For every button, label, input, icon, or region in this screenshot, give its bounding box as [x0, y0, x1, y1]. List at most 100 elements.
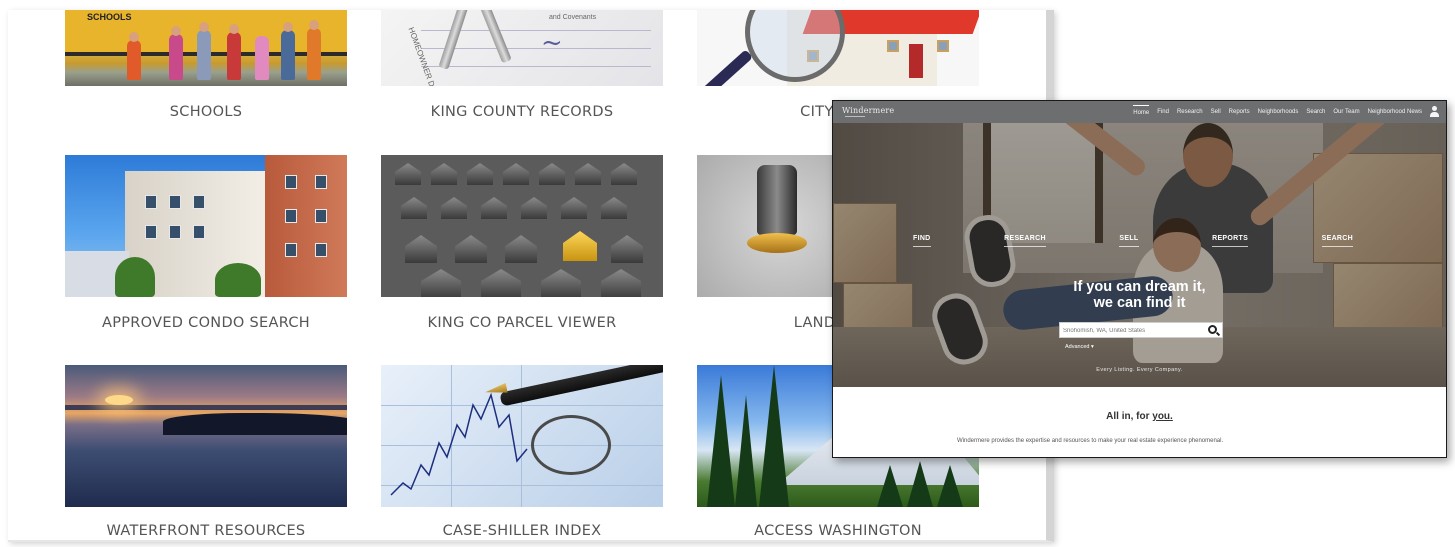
- mini-house: [601, 197, 627, 219]
- building-window: [315, 175, 327, 189]
- pine-tree: [707, 375, 735, 507]
- hero-tagline: Every Listing. Every Company.: [1096, 367, 1183, 373]
- mini-house: [611, 235, 643, 263]
- pine-tree: [759, 365, 789, 507]
- tile-approved-condo-search[interactable]: APPROVED CONDO SEARCH: [65, 155, 347, 331]
- mini-house: [421, 269, 461, 297]
- tile-king-co-parcel-viewer[interactable]: KING CO PARCEL VIEWER: [381, 155, 663, 331]
- hero-search-box: [1059, 322, 1223, 338]
- search-icon[interactable]: [1208, 325, 1217, 334]
- mini-house: [539, 163, 565, 185]
- tile-king-county-records[interactable]: ~ HOMEOWNER DECL and Covenants KING COUN…: [381, 10, 663, 120]
- tile-schools[interactable]: SCHOOLS SCHOOLS: [65, 10, 347, 120]
- key-icon: [438, 10, 470, 70]
- child-figure: [127, 40, 141, 80]
- hero-title-line2: we can find it: [1093, 295, 1186, 311]
- doc-line: [421, 48, 651, 49]
- tile-waterfront-resources[interactable]: WATERFRONT RESOURCES: [65, 365, 347, 539]
- child-head: [309, 20, 319, 30]
- nav-item-find[interactable]: Find: [1157, 109, 1169, 115]
- advanced-search-link[interactable]: Advanced ▾: [1065, 344, 1094, 350]
- condo-image: [65, 155, 347, 297]
- building-window: [315, 209, 327, 223]
- chess-piece: [757, 165, 797, 235]
- tree: [115, 257, 155, 297]
- nav-item-reports[interactable]: Reports: [1229, 109, 1250, 115]
- section-description: Windermere provides the expertise and re…: [957, 438, 1224, 444]
- mini-house: [481, 197, 507, 219]
- nav-item-research[interactable]: Research: [1177, 109, 1203, 115]
- mini-house: [455, 235, 487, 263]
- building-window: [169, 195, 181, 209]
- search-input[interactable]: [1063, 325, 1203, 336]
- tile-label: WATERFRONT RESOURCES: [106, 523, 306, 539]
- case-shiller-image: [381, 365, 663, 507]
- parcel-image: [381, 155, 663, 297]
- mini-house: [405, 235, 437, 263]
- hero-tab-sell[interactable]: SELL: [1119, 235, 1139, 247]
- magnifier-handle: [701, 49, 753, 86]
- tile-label: CASE-SHILLER INDEX: [442, 523, 602, 539]
- mini-house: [467, 163, 493, 185]
- building-window: [145, 225, 157, 239]
- mini-house: [521, 197, 547, 219]
- tile-case-shiller-index[interactable]: CASE-SHILLER INDEX: [381, 365, 663, 539]
- house-window: [887, 40, 899, 52]
- stock-line: [390, 392, 528, 496]
- schools-image: SCHOOLS: [65, 10, 347, 86]
- mini-house: [505, 235, 537, 263]
- hero-title-line1: If you can dream it,: [1073, 279, 1206, 295]
- hero-tab-research[interactable]: RESEARCH: [1004, 235, 1046, 247]
- house-window: [937, 40, 949, 52]
- far-shore: [65, 405, 347, 410]
- windermere-logo[interactable]: Windermere: [842, 106, 894, 115]
- nav-item-sell[interactable]: Sell: [1211, 109, 1221, 115]
- deed-text: HOMEOWNER DECL: [406, 26, 442, 86]
- nav-item-search[interactable]: Search: [1306, 109, 1325, 115]
- nav-item-home[interactable]: Home: [1133, 104, 1150, 116]
- house-door: [909, 44, 923, 78]
- mini-house: [561, 197, 587, 219]
- tree: [215, 263, 261, 297]
- building-window: [315, 243, 327, 257]
- child-head: [129, 32, 139, 42]
- building-window: [145, 195, 157, 209]
- mini-house: [441, 197, 467, 219]
- logo-underline: [845, 116, 865, 117]
- child-figure: [227, 32, 241, 80]
- nav-item-neighborhood-news[interactable]: Neighborhood News: [1368, 109, 1422, 115]
- city-data-image: [697, 10, 979, 86]
- chess-base: [747, 233, 807, 253]
- section-title-text: All in, for: [1106, 411, 1153, 422]
- child-head: [171, 26, 181, 36]
- building-window: [285, 243, 297, 257]
- child-figure: [255, 36, 269, 80]
- hero-tab-reports[interactable]: REPORTS: [1212, 235, 1249, 247]
- key-icon: [476, 10, 512, 64]
- mini-house: [431, 163, 457, 185]
- tile-city-data[interactable]: CITY-DATA: [697, 10, 979, 120]
- mini-house: [395, 163, 421, 185]
- child-head: [199, 22, 209, 32]
- windermere-homepage: Windermere Home Find Research Sell Repor…: [832, 100, 1447, 458]
- condo-tower: [265, 155, 347, 297]
- hero-tab-find[interactable]: FIND: [913, 235, 931, 247]
- user-icon[interactable]: [1429, 106, 1440, 118]
- mini-house: [541, 269, 581, 297]
- hero-tab-search[interactable]: SEARCH: [1321, 235, 1353, 247]
- building-window: [285, 175, 297, 189]
- building-window: [285, 209, 297, 223]
- nav-item-neighborhoods[interactable]: Neighborhoods: [1258, 109, 1299, 115]
- nav-menu: Home Find Research Sell Reports Neighbor…: [1133, 101, 1422, 123]
- top-nav: Windermere Home Find Research Sell Repor…: [833, 101, 1446, 123]
- deed-subtext: and Covenants: [549, 14, 597, 21]
- child-figure: [169, 34, 183, 80]
- mini-house: [503, 163, 529, 185]
- child-figure: [307, 28, 321, 80]
- eyeglasses: [531, 415, 611, 475]
- building-window: [193, 195, 205, 209]
- highlighted-house: [563, 231, 597, 261]
- child-head: [229, 24, 239, 34]
- nav-item-our-team[interactable]: Our Team: [1333, 109, 1359, 115]
- child-head: [283, 22, 293, 32]
